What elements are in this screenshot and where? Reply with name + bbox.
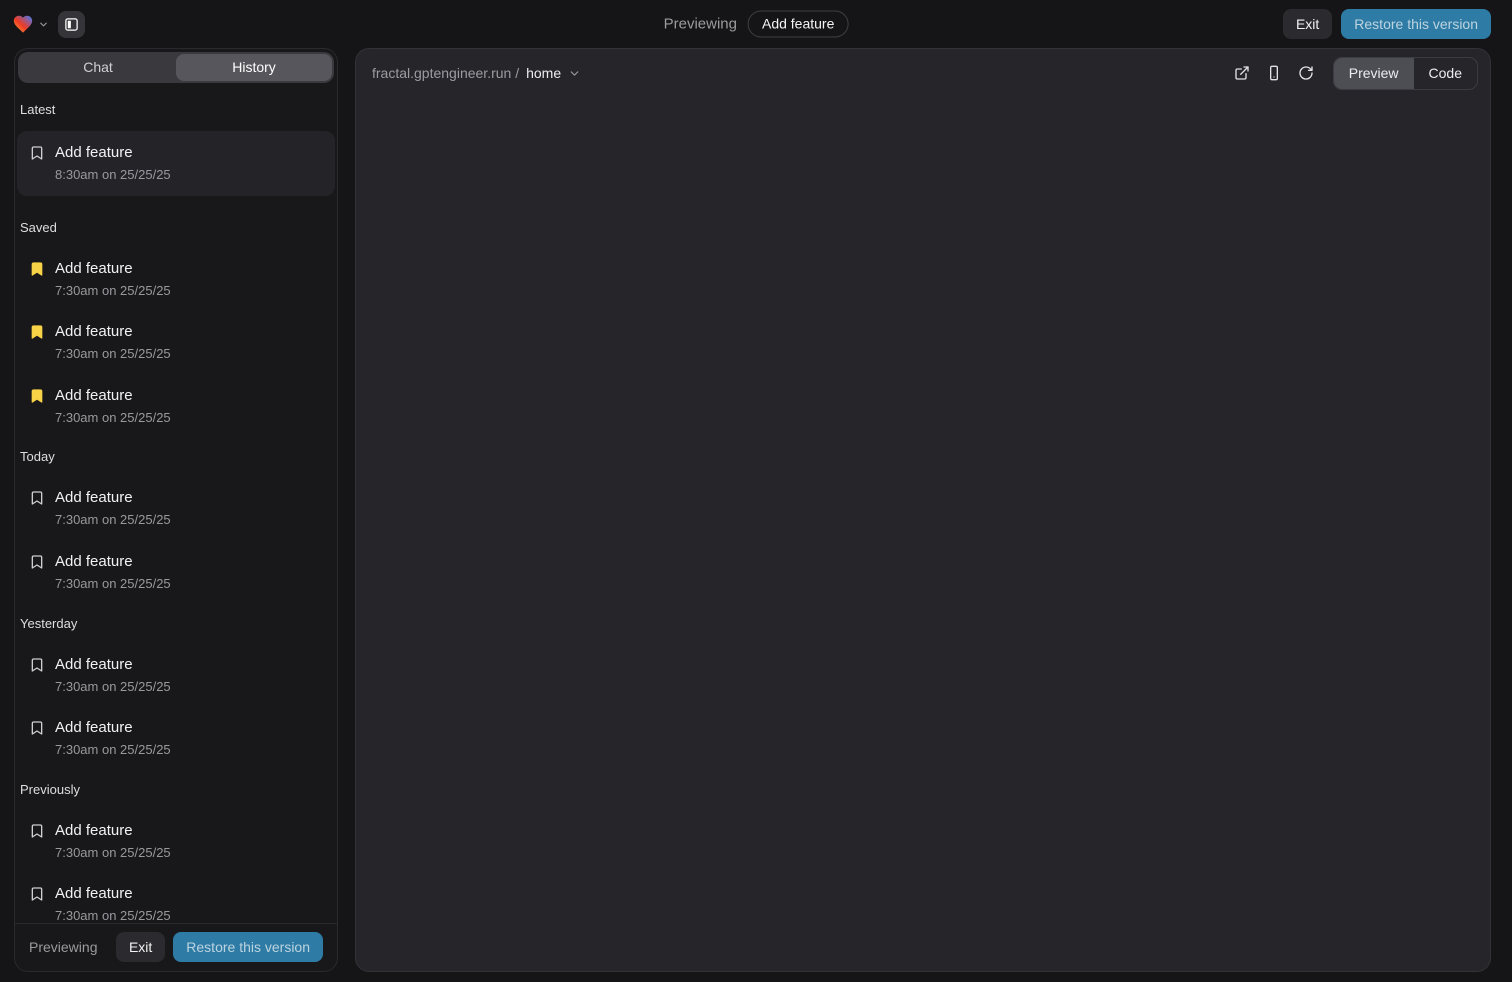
history-item[interactable]: Add feature 7:30am on 25/25/25 — [17, 822, 335, 861]
exit-button[interactable]: Exit — [1283, 9, 1332, 39]
history-item-title: Add feature — [55, 260, 335, 278]
tab-preview[interactable]: Preview — [1334, 58, 1414, 89]
preview-code-toggle: PreviewCode — [1333, 57, 1478, 90]
top-bar-left — [12, 11, 85, 38]
history-item-time: 7:30am on 25/25/25 — [55, 679, 335, 695]
history-item[interactable]: Add feature 7:30am on 25/25/25 — [17, 387, 335, 426]
tab-history[interactable]: History — [176, 54, 332, 81]
history-item-title: Add feature — [55, 489, 335, 507]
top-bar-center: Previewing Add feature — [664, 11, 849, 38]
bookmark-outline-icon — [29, 720, 45, 736]
history-item[interactable]: Add feature 8:30am on 25/25/25 — [17, 131, 335, 196]
top-bar-right: Exit Restore this version — [1283, 9, 1491, 39]
history-section-label: Latest — [17, 102, 335, 117]
preview-content — [356, 97, 1490, 971]
history-item-title: Add feature — [55, 323, 335, 341]
history-item[interactable]: Add feature 7:30am on 25/25/25 — [17, 719, 335, 758]
bookmark-outline-icon — [29, 657, 45, 673]
bookmark-outline-icon — [29, 823, 45, 839]
history-section-label: Yesterday — [17, 616, 335, 631]
chevron-down-icon — [568, 67, 581, 80]
history-list: Latest Add feature 8:30am on 25/25/25 Sa… — [15, 86, 337, 923]
history-item-time: 7:30am on 25/25/25 — [55, 283, 335, 299]
history-item[interactable]: Add feature 7:30am on 25/25/25 — [17, 323, 335, 362]
history-item-time: 7:30am on 25/25/25 — [55, 346, 335, 362]
workspace-menu-button[interactable] — [12, 13, 49, 35]
refresh-icon — [1298, 65, 1314, 81]
history-item-title: Add feature — [55, 387, 335, 405]
footer-exit-button[interactable]: Exit — [116, 932, 165, 962]
history-section-label: Today — [17, 449, 335, 464]
bookmark-outline-icon — [29, 490, 45, 506]
bookmark-icon — [29, 657, 45, 673]
bookmark-icon — [29, 145, 45, 161]
history-item[interactable]: Add feature 7:30am on 25/25/25 — [17, 656, 335, 695]
mobile-view-button[interactable] — [1259, 58, 1289, 88]
bookmark-icon — [29, 886, 45, 902]
history-item[interactable]: Add feature 7:30am on 25/25/25 — [17, 885, 335, 923]
url-domain: fractal.gptengineer.run / — [372, 65, 519, 81]
tab-chat[interactable]: Chat — [20, 54, 176, 81]
history-item-title: Add feature — [55, 656, 335, 674]
sidebar-tab-bar: ChatHistory — [18, 52, 334, 83]
bookmark-outline-icon — [29, 554, 45, 570]
bookmark-icon — [29, 388, 45, 404]
bookmark-icon — [29, 720, 45, 736]
panel-left-icon — [64, 17, 79, 32]
sidebar-footer: Previewing Exit Restore this version — [15, 923, 337, 971]
top-bar: Previewing Add feature Exit Restore this… — [0, 0, 1512, 48]
history-item-time: 7:30am on 25/25/25 — [55, 845, 335, 861]
tab-code[interactable]: Code — [1414, 58, 1477, 89]
chevron-down-icon — [38, 19, 49, 30]
bookmark-icon — [29, 261, 45, 277]
lovable-heart-logo — [12, 13, 34, 35]
history-item[interactable]: Add feature 7:30am on 25/25/25 — [17, 489, 335, 528]
history-item-title: Add feature — [55, 144, 323, 162]
history-item-title: Add feature — [55, 719, 335, 737]
external-link-icon — [1234, 65, 1250, 81]
previewing-label: Previewing — [664, 16, 737, 33]
history-item[interactable]: Add feature 7:30am on 25/25/25 — [17, 260, 335, 299]
history-sidebar: ChatHistory Latest Add feature 8:30am on… — [14, 48, 338, 972]
bookmark-icon — [29, 324, 45, 340]
history-section-label: Previously — [17, 782, 335, 797]
history-item-title: Add feature — [55, 553, 335, 571]
sidebar-toggle-button[interactable] — [58, 11, 85, 38]
bookmark-filled-icon — [29, 324, 45, 340]
bookmark-filled-icon — [29, 388, 45, 404]
history-item-time: 7:30am on 25/25/25 — [55, 576, 335, 592]
history-item-time: 7:30am on 25/25/25 — [55, 742, 335, 758]
smartphone-icon — [1266, 65, 1282, 81]
history-item-time: 7:30am on 25/25/25 — [55, 410, 335, 426]
bookmark-filled-icon — [29, 261, 45, 277]
version-badge: Add feature — [748, 11, 848, 38]
preview-header-actions: PreviewCode — [1227, 57, 1478, 90]
page-url-selector[interactable]: fractal.gptengineer.run / home — [372, 65, 581, 81]
history-item-title: Add feature — [55, 822, 335, 840]
bookmark-icon — [29, 554, 45, 570]
history-item-title: Add feature — [55, 885, 335, 903]
url-page: home — [526, 65, 561, 81]
refresh-button[interactable] — [1291, 58, 1321, 88]
restore-version-button[interactable]: Restore this version — [1341, 9, 1491, 39]
history-item-time: 7:30am on 25/25/25 — [55, 512, 335, 528]
open-in-new-tab-button[interactable] — [1227, 58, 1257, 88]
app-root: Previewing Add feature Exit Restore this… — [0, 0, 1512, 982]
preview-panel: fractal.gptengineer.run / home — [355, 48, 1491, 972]
bookmark-icon — [29, 490, 45, 506]
footer-previewing-label: Previewing — [29, 939, 97, 955]
content-row: ChatHistory Latest Add feature 8:30am on… — [0, 48, 1512, 982]
bookmark-icon — [29, 823, 45, 839]
preview-header: fractal.gptengineer.run / home — [356, 49, 1490, 97]
history-item-time: 8:30am on 25/25/25 — [55, 167, 323, 183]
history-section-label: Saved — [17, 220, 335, 235]
bookmark-outline-icon — [29, 145, 45, 161]
footer-restore-version-button[interactable]: Restore this version — [173, 932, 323, 962]
bookmark-outline-icon — [29, 886, 45, 902]
history-item-time: 7:30am on 25/25/25 — [55, 908, 335, 923]
history-item[interactable]: Add feature 7:30am on 25/25/25 — [17, 553, 335, 592]
